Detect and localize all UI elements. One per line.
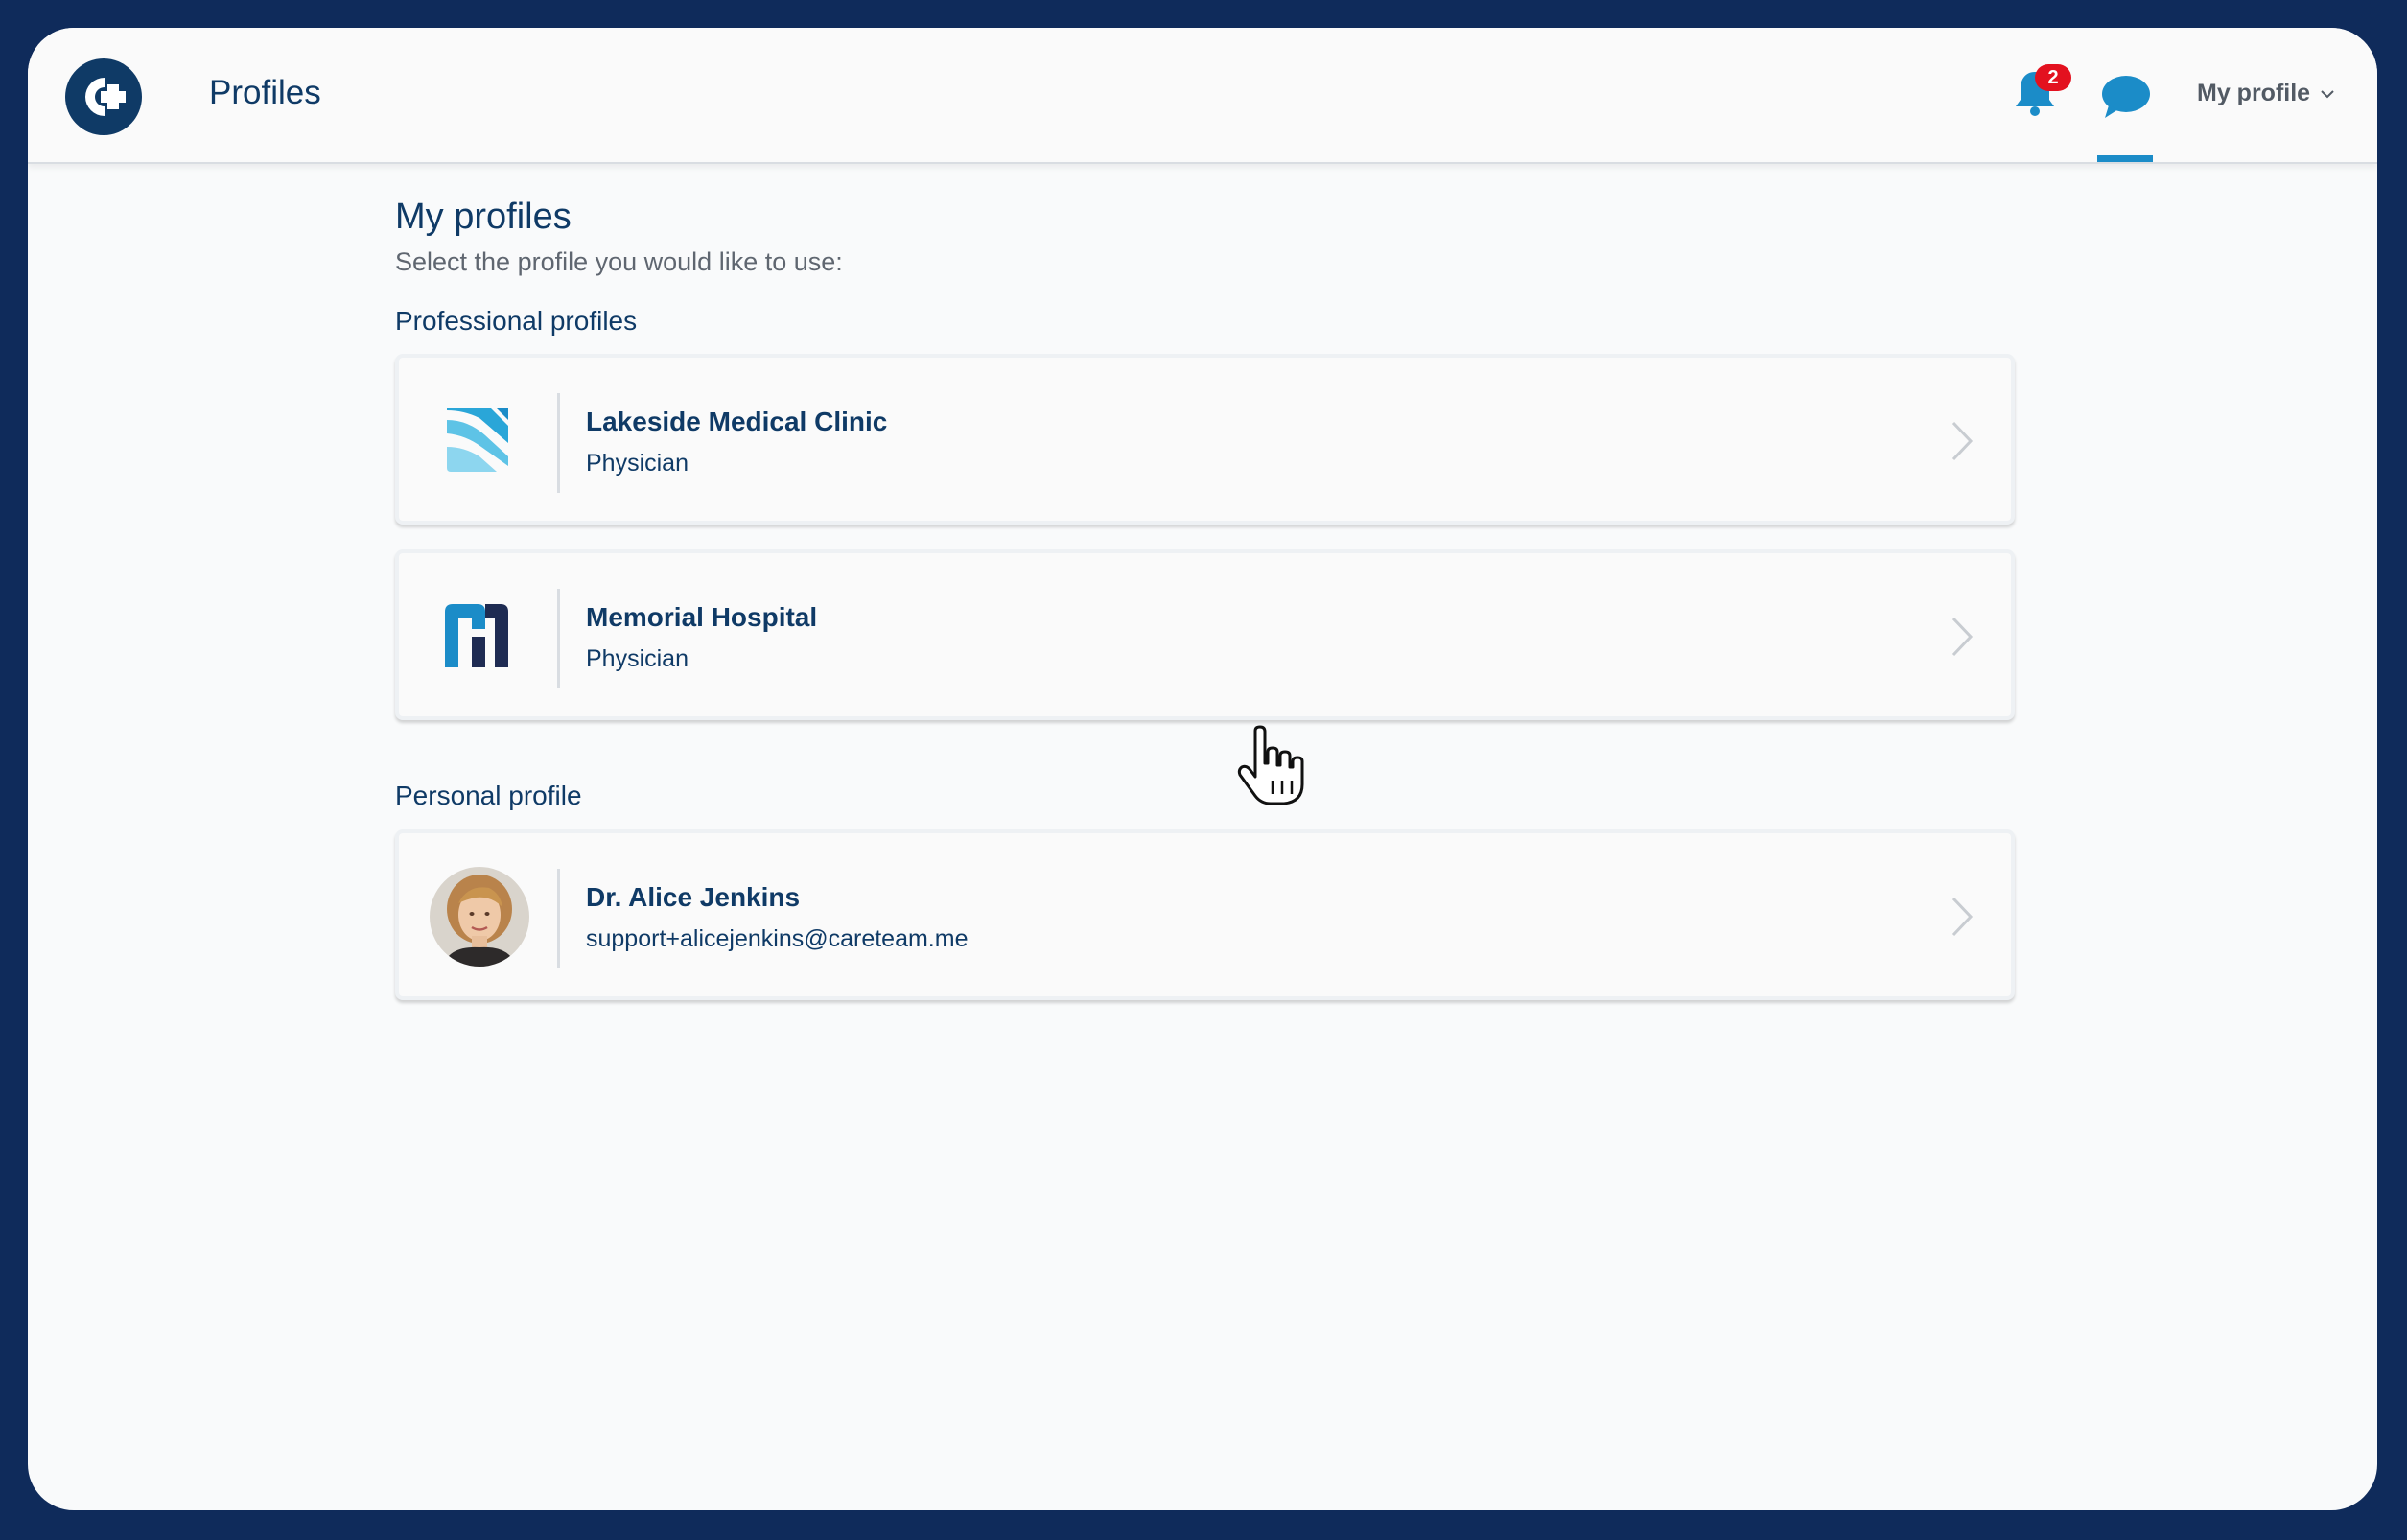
card-divider	[557, 589, 560, 688]
app-window: Profiles 2 My profile My profiles Select…	[28, 28, 2377, 1510]
profile-name: Dr. Alice Jenkins	[586, 882, 801, 912]
chevron-down-icon	[2321, 89, 2334, 98]
profile-role: Physician	[586, 450, 689, 477]
profile-name: Memorial Hospital	[586, 602, 818, 632]
card-divider	[557, 869, 560, 968]
chevron-right-icon	[1951, 897, 1974, 937]
chevron-right-icon	[1951, 617, 1974, 657]
section-title: My profiles	[395, 197, 572, 237]
professional-profiles-label: Professional profiles	[395, 306, 638, 336]
profile-role: Physician	[586, 645, 689, 672]
notification-badge: 2	[2035, 64, 2071, 91]
my-profile-label: My profile	[2197, 80, 2311, 106]
profile-email: support+alicejenkins@careteam.me	[586, 925, 969, 952]
lakeside-logo-icon	[426, 391, 526, 491]
chevron-right-icon	[1951, 421, 1974, 461]
profile-name: Lakeside Medical Clinic	[586, 407, 888, 436]
section-subtitle: Select the profile you would like to use…	[395, 247, 843, 276]
profile-card-lakeside[interactable]: Lakeside Medical Clinic Physician	[395, 354, 2015, 525]
card-divider	[557, 393, 560, 493]
app-logo-icon[interactable]	[65, 58, 142, 135]
avatar	[430, 867, 529, 967]
memorial-hospital-logo-icon	[426, 587, 526, 687]
chat-active-indicator	[2097, 155, 2153, 162]
personal-profile-label: Personal profile	[395, 781, 582, 810]
top-bar: Profiles 2 My profile	[28, 28, 2377, 164]
page-title: Profiles	[209, 74, 321, 111]
profile-card-personal[interactable]: Dr. Alice Jenkins support+alicejenkins@c…	[395, 829, 2015, 1000]
my-profile-menu[interactable]: My profile	[2197, 80, 2335, 107]
profile-card-memorial[interactable]: Memorial Hospital Physician	[395, 549, 2015, 720]
chat-icon[interactable]	[2099, 74, 2153, 120]
hand-cursor-icon	[1237, 725, 1304, 805]
